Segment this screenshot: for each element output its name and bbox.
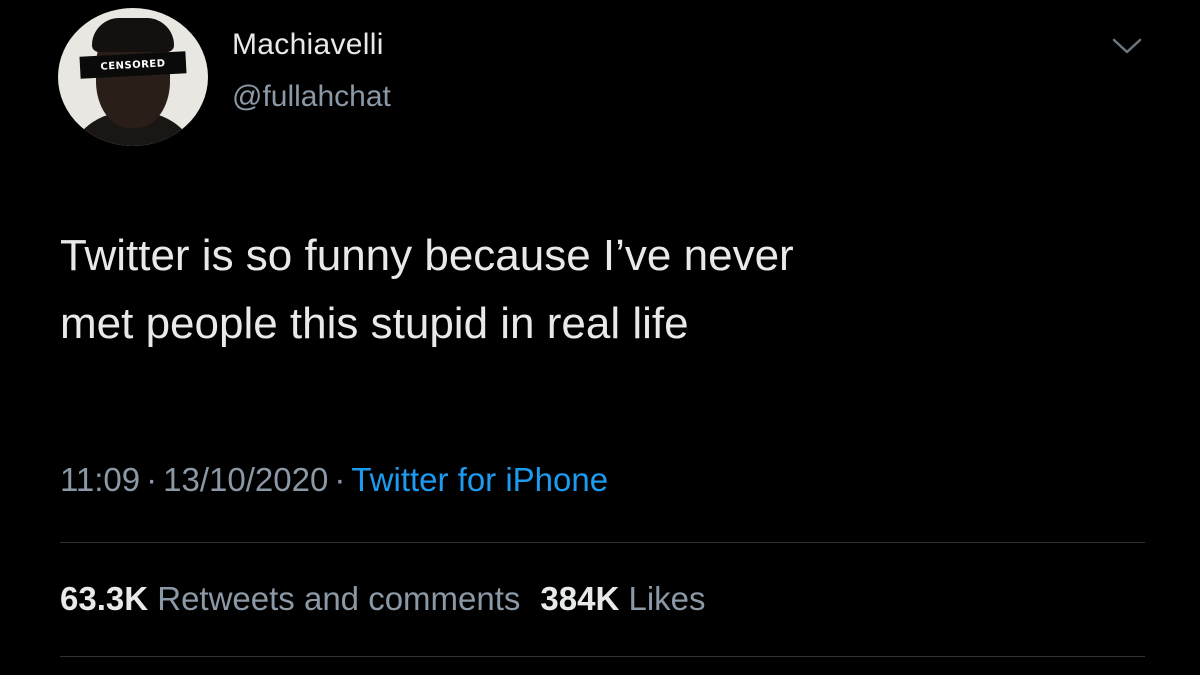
censor-bar-text: CENSORED (100, 57, 166, 73)
meta-separator: · (334, 461, 346, 498)
tweet-text-line-2: met people this stupid in real life (60, 299, 689, 348)
tweet-source-link[interactable]: Twitter for iPhone (351, 461, 608, 498)
censor-bar: CENSORED (79, 51, 187, 79)
tweet-meta: 11:09 · 13/10/2020 · Twitter for iPhone (60, 461, 608, 499)
tweet-date[interactable]: 13/10/2020 (163, 461, 328, 498)
chevron-down-icon[interactable] (1110, 34, 1144, 58)
avatar-hair (92, 18, 174, 52)
retweets-stat[interactable]: 63.3K Retweets and comments (60, 580, 520, 617)
meta-separator: · (146, 461, 158, 498)
tweet-card: CENSORED Machiavelli @fullahchat Twitter… (0, 0, 1200, 675)
tweet-time[interactable]: 11:09 (60, 461, 140, 498)
retweets-label: Retweets and comments (157, 580, 521, 617)
tweet-stats: 63.3K Retweets and comments 384K Likes (60, 580, 706, 618)
tweet-text-line-1: Twitter is so funny because I’ve never (60, 231, 794, 280)
retweets-count: 63.3K (60, 580, 149, 617)
likes-label: Likes (628, 580, 706, 617)
author-handle[interactable]: @fullahchat (232, 80, 391, 114)
divider (60, 542, 1145, 543)
likes-stat[interactable]: 384K Likes (540, 580, 705, 617)
divider (60, 656, 1145, 657)
likes-count: 384K (540, 580, 620, 617)
tweet-text: Twitter is so funny because I’ve never m… (60, 222, 1140, 358)
author-display-name[interactable]: Machiavelli (232, 28, 384, 62)
avatar[interactable]: CENSORED (58, 8, 208, 146)
